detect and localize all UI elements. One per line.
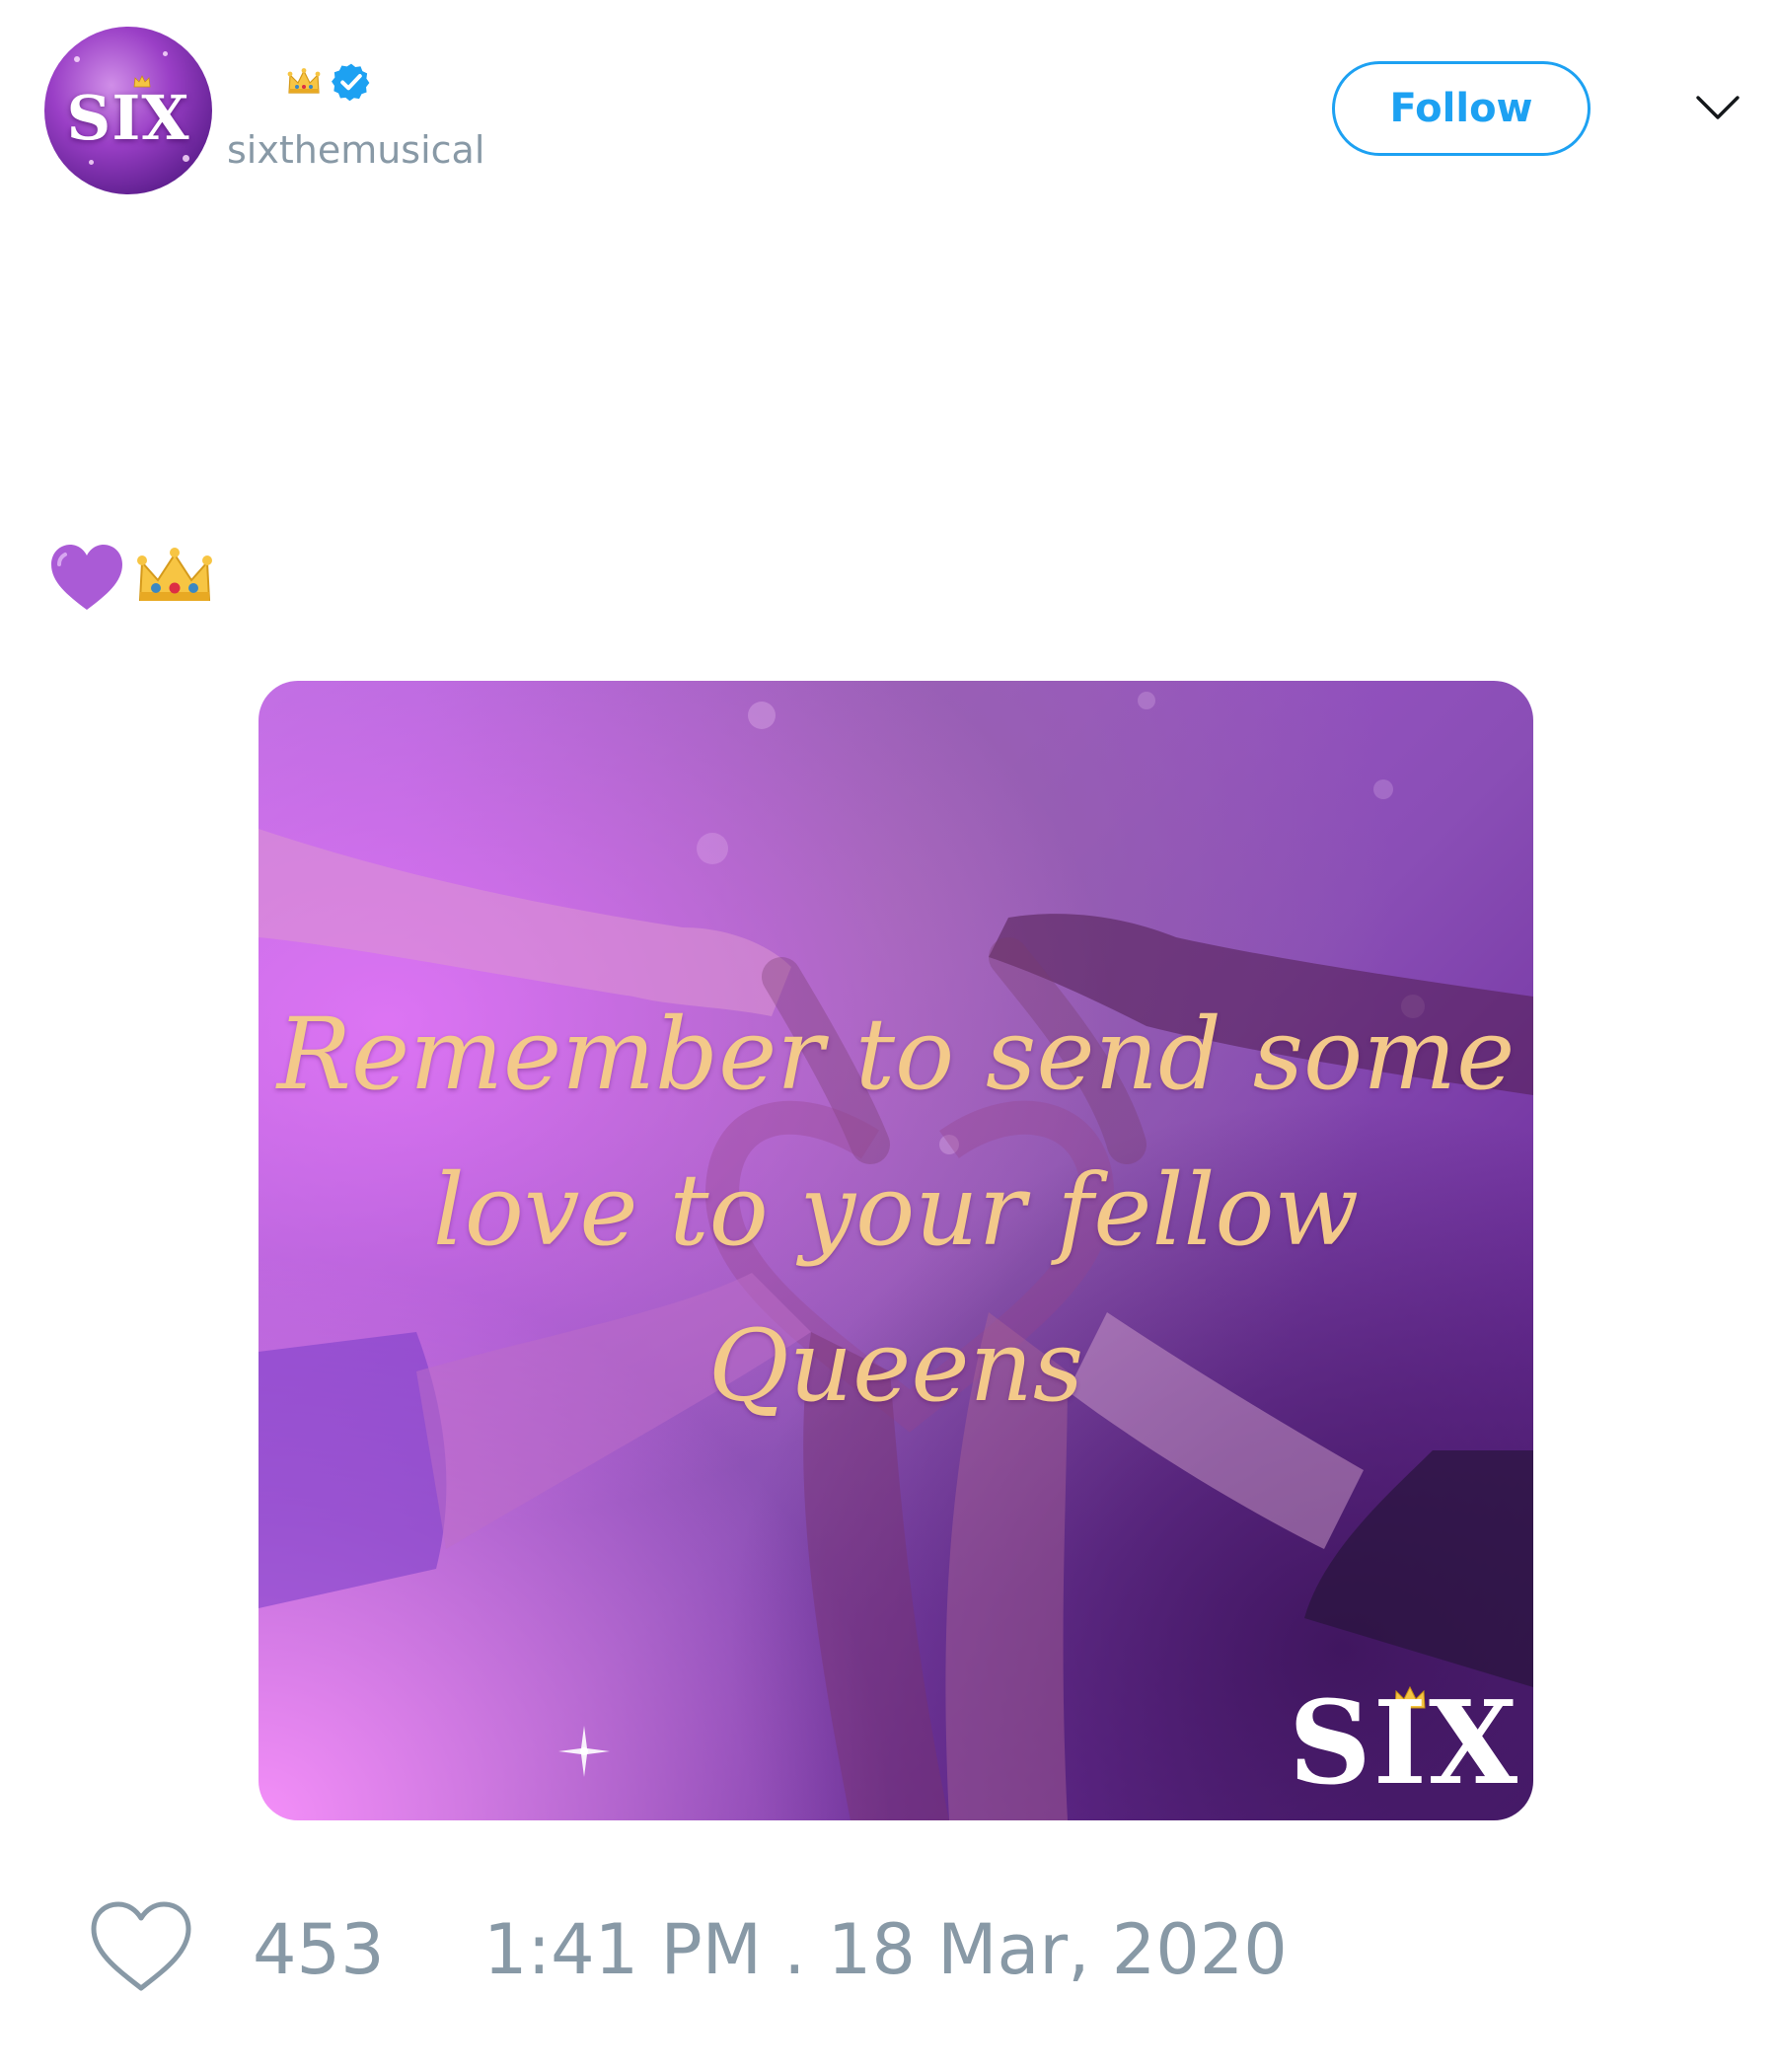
sparkle-dot <box>183 155 189 162</box>
media-logo-text: SIX <box>1288 1676 1519 1811</box>
crown-emoji-icon <box>287 68 321 94</box>
chevron-down-icon[interactable] <box>1695 93 1740 122</box>
sparkle-icon <box>558 1726 610 1777</box>
quote-line: Queens <box>707 1308 1084 1424</box>
crown-icon <box>137 548 212 601</box>
tweet-timestamp[interactable]: 1:41 PM . 18 Mar, 2020 <box>483 1909 1288 1990</box>
author-handle[interactable]: sixthemusical <box>227 128 484 172</box>
follow-button[interactable]: Follow <box>1332 61 1591 156</box>
heart-icon[interactable] <box>89 1899 193 1994</box>
verified-badge-icon <box>332 63 370 102</box>
sparkle-dot <box>74 56 80 62</box>
quote-line: love to your fellow <box>432 1152 1360 1268</box>
tweet-media-image[interactable]: Remember to send some love to your fello… <box>259 681 1533 1820</box>
sparkle-dot <box>89 160 94 165</box>
avatar[interactable]: SIX <box>44 27 212 194</box>
quote-line: Remember to send some <box>276 997 1516 1112</box>
purple-heart-icon <box>51 545 122 610</box>
tweet-text <box>47 538 215 617</box>
like-count: 453 <box>253 1909 385 1990</box>
avatar-logo-text: SIX <box>66 82 190 154</box>
sparkle-dot <box>163 51 168 56</box>
quote-text: Remember to send some love to your fello… <box>259 977 1533 1444</box>
